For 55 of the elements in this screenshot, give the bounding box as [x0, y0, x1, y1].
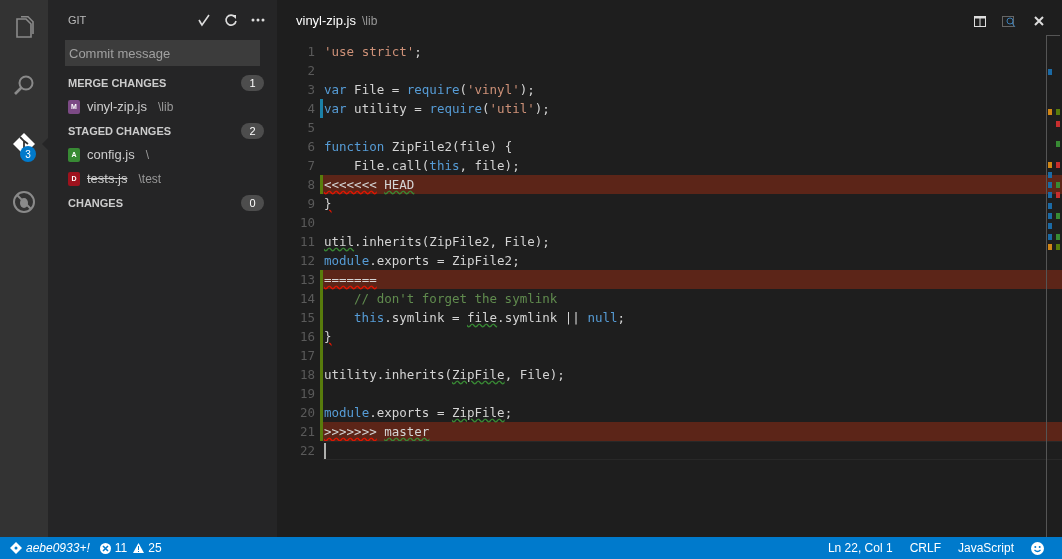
code-line: } [324, 329, 332, 344]
code-line: util.inherits(ZipFile2, File); [324, 234, 550, 249]
line-number: 8 [277, 175, 320, 194]
count-badge: 0 [241, 195, 264, 211]
code-line: this.symlink = file.symlink || null; [353, 310, 626, 325]
text-cursor [324, 443, 326, 459]
code-line: } [324, 196, 332, 211]
code-line: 'use strict'; [324, 44, 422, 59]
section-header[interactable]: STAGED CHANGES [68, 122, 241, 140]
file-path: \test [138, 171, 162, 188]
code-line: var File = require('vinyl'); [324, 82, 535, 97]
code-line: utility.inherits(ZipFile, File); [324, 367, 565, 382]
line-number: 21 [277, 422, 320, 441]
git-branch-icon [10, 542, 22, 554]
split-editor-icon[interactable] [974, 15, 986, 27]
count-badge: 1 [241, 75, 264, 91]
file-path: \ [145, 147, 150, 164]
line-ending[interactable]: CRLF [909, 539, 941, 557]
file-path: \lib [157, 99, 174, 116]
commit-message-field[interactable]: Commit message [65, 40, 260, 66]
bug-icon[interactable] [12, 190, 36, 214]
warning-count[interactable]: 25 [148, 539, 828, 557]
sidebar-title: GIT [68, 12, 88, 28]
code-line: File.call(this, file); [353, 158, 520, 173]
code-line: <<<<<<< HEAD [324, 177, 415, 192]
warning-icon [133, 543, 145, 553]
code-line: function ZipFile2(file) { [324, 139, 513, 154]
code-line: module.exports = ZipFile2; [324, 253, 520, 268]
code-line: >>>>>>> master [324, 424, 430, 439]
search-icon[interactable] [1002, 14, 1016, 28]
count-badge: 2 [241, 123, 264, 139]
code-line: // don't forget the symlink [353, 291, 558, 306]
section-header[interactable]: CHANGES [68, 194, 241, 212]
close-icon[interactable] [1034, 16, 1044, 26]
line-number: 13 [277, 270, 320, 289]
branch-name[interactable]: aebe0933+! [26, 539, 90, 557]
editor-tab-path: \lib [361, 13, 379, 30]
commit-check-icon[interactable] [197, 13, 211, 27]
notification-badge: 3 [20, 146, 36, 162]
overview-ruler[interactable] [1046, 35, 1060, 537]
more-icon[interactable] [251, 18, 265, 22]
file-name[interactable]: config.js [87, 145, 135, 165]
editor-tab-title[interactable]: vinyl-zip.js [296, 11, 356, 31]
section-header[interactable]: MERGE CHANGES [68, 74, 241, 92]
code-line: var utility = require('util'); [324, 101, 550, 116]
language-mode[interactable]: JavaScript [957, 539, 1014, 557]
refresh-icon[interactable] [224, 13, 238, 27]
smiley-icon[interactable] [1031, 541, 1044, 555]
file-name[interactable]: tests.js [87, 169, 128, 189]
cursor-position[interactable]: Ln 22, Col 1 [827, 539, 893, 557]
code-line: ======= [324, 272, 377, 287]
code-line: module.exports = ZipFile; [324, 405, 513, 420]
error-count[interactable]: 11 [114, 539, 128, 557]
error-icon [99, 542, 111, 554]
file-name[interactable]: vinyl-zip.js [87, 97, 147, 117]
